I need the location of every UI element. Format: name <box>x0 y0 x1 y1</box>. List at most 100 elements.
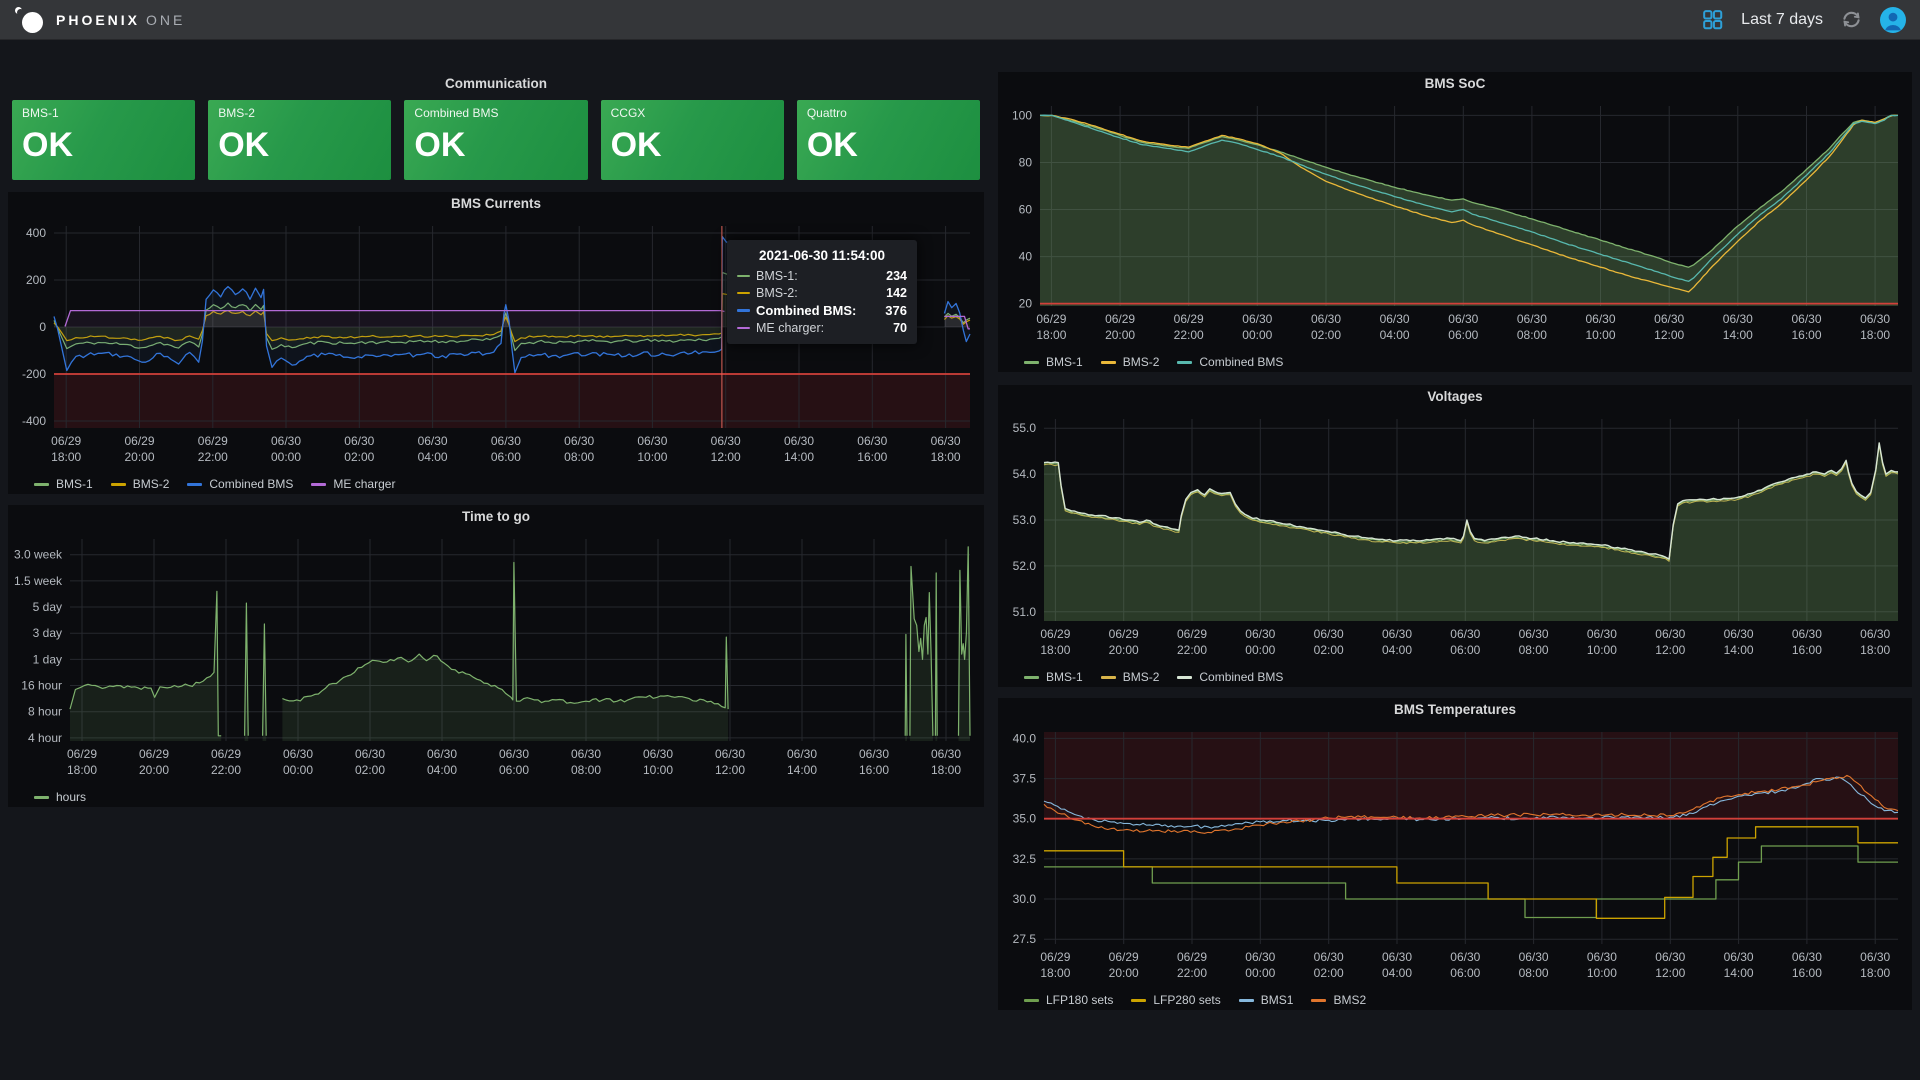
x-axis-label: 06/30 <box>1587 950 1617 964</box>
legend-item[interactable]: Combined BMS <box>1177 355 1283 369</box>
x-axis-label: 20:00 <box>1105 328 1135 342</box>
y-axis-label: -400 <box>22 414 46 428</box>
x-axis-label: 14:00 <box>1724 966 1754 980</box>
x-axis-label: 00:00 <box>1242 328 1272 342</box>
series-fill <box>1040 115 1898 306</box>
legend-item[interactable]: hours <box>34 790 86 804</box>
x-axis-label: 06/30 <box>1655 627 1685 641</box>
legend-item[interactable]: Combined BMS <box>1177 670 1283 684</box>
bms-temperatures-legend: LFP180 sets LFP280 sets BMS1 BMS2 <box>1024 993 1366 1007</box>
brand-title: PHOENIXONE <box>56 12 185 28</box>
y-axis-label: 100 <box>1012 108 1032 122</box>
x-axis-label: 06/30 <box>1314 950 1344 964</box>
panel-bms-currents: BMS Currents 4002000-200-40006/2918:0006… <box>8 192 984 494</box>
x-axis-label: 20:00 <box>1109 643 1139 657</box>
legend-item[interactable]: ME charger <box>311 477 395 491</box>
x-axis-label: 06/30 <box>1792 950 1822 964</box>
bms-currents-legend: BMS-1 BMS-2 Combined BMS ME charger <box>34 477 395 491</box>
x-axis-label: 06/30 <box>1860 627 1890 641</box>
x-axis-label: 06/30 <box>1654 312 1684 326</box>
x-axis-label: 22:00 <box>198 450 228 464</box>
legend-item[interactable]: BMS-1 <box>1024 670 1083 684</box>
x-axis-label: 22:00 <box>1174 328 1204 342</box>
legend-item[interactable]: BMS-2 <box>1101 670 1160 684</box>
x-axis-label: 08:00 <box>1519 643 1549 657</box>
logo-inner-dot <box>17 9 24 16</box>
voltages-chart[interactable]: 55.054.053.052.051.006/2918:0006/2920:00… <box>998 411 1912 663</box>
x-axis-label: 08:00 <box>564 450 594 464</box>
logo-circle <box>22 12 43 33</box>
panel-title-communication[interactable]: Communication <box>8 72 984 98</box>
x-axis-label: 06/30 <box>1519 950 1549 964</box>
legend-item[interactable]: BMS-1 <box>1024 355 1083 369</box>
x-axis-label: 06/29 <box>1040 627 1070 641</box>
y-axis-label: 32.5 <box>1013 852 1037 866</box>
time-to-go-chart[interactable]: 3.0 week1.5 week5 day3 day1 day16 hour8 … <box>8 531 984 783</box>
status-value: OK <box>22 126 73 165</box>
phoenix-logo[interactable] <box>14 6 46 34</box>
refresh-icon[interactable] <box>1841 9 1862 30</box>
x-axis-label: 08:00 <box>571 763 601 777</box>
bms-temperatures-chart[interactable]: 40.037.535.032.530.027.506/2918:0006/292… <box>998 724 1912 986</box>
x-axis-label: 12:00 <box>1655 643 1685 657</box>
legend-item[interactable]: BMS1 <box>1239 993 1294 1007</box>
panel-title-time-to-go[interactable]: Time to go <box>8 505 984 531</box>
panel-title-voltages[interactable]: Voltages <box>998 385 1912 411</box>
y-axis-label: 53.0 <box>1013 513 1037 527</box>
x-axis-label: 12:00 <box>711 450 741 464</box>
x-axis-label: 06/30 <box>1860 312 1890 326</box>
y-axis-label: 27.5 <box>1013 932 1037 946</box>
panel-title-bms-soc[interactable]: BMS SoC <box>998 72 1912 98</box>
x-axis-label: 06/29 <box>198 434 228 448</box>
legend-item[interactable]: LFP280 sets <box>1131 993 1220 1007</box>
x-axis-label: 06/30 <box>1519 627 1549 641</box>
x-axis-label: 04:00 <box>1380 328 1410 342</box>
x-axis-label: 18:00 <box>1040 966 1070 980</box>
threshold-region <box>1044 732 1898 819</box>
legend-item[interactable]: BMS2 <box>1311 993 1366 1007</box>
legend-item[interactable]: BMS-2 <box>1101 355 1160 369</box>
x-axis-label: 02:00 <box>1314 643 1344 657</box>
tooltip-row: ME charger:70 <box>737 321 907 335</box>
x-axis-label: 16:00 <box>859 763 889 777</box>
panel-bms-soc: BMS SoC 1008060402006/2918:0006/2920:000… <box>998 72 1912 372</box>
x-axis-label: 06/30 <box>1587 627 1617 641</box>
y-axis-label: 40.0 <box>1013 731 1037 745</box>
x-axis-label: 02:00 <box>355 763 385 777</box>
top-bar: PHOENIXONE Last 7 days <box>0 0 1920 40</box>
x-axis-label: 20:00 <box>124 450 154 464</box>
x-axis-label: 06/30 <box>1450 627 1480 641</box>
status-box: CCGX OK <box>601 100 784 180</box>
x-axis-label: 06/30 <box>1311 312 1341 326</box>
x-axis-label: 16:00 <box>1791 328 1821 342</box>
panel-title-bms-temperatures[interactable]: BMS Temperatures <box>998 698 1912 724</box>
x-axis-label: 06/30 <box>857 434 887 448</box>
x-axis-label: 06/29 <box>1109 627 1139 641</box>
x-axis-label: 06/30 <box>355 747 385 761</box>
brand-secondary: ONE <box>146 12 185 28</box>
legend-item[interactable]: LFP180 sets <box>1024 993 1113 1007</box>
x-axis-label: 02:00 <box>1311 328 1341 342</box>
bms-soc-chart[interactable]: 1008060402006/2918:0006/2920:0006/2922:0… <box>998 98 1912 348</box>
y-axis-label: 200 <box>26 273 46 287</box>
legend-item[interactable]: BMS-1 <box>34 477 93 491</box>
x-axis-label: 22:00 <box>1177 643 1207 657</box>
x-axis-label: 06:00 <box>1450 966 1480 980</box>
time-range-picker[interactable]: Last 7 days <box>1741 11 1823 29</box>
legend-item[interactable]: BMS-2 <box>111 477 170 491</box>
dashboards-grid-icon[interactable] <box>1703 10 1723 30</box>
y-axis-label: 80 <box>1019 156 1033 170</box>
y-axis-label: 55.0 <box>1013 421 1037 435</box>
x-axis-label: 06/30 <box>643 747 673 761</box>
x-axis-label: 18:00 <box>51 450 81 464</box>
x-axis-label: 06/30 <box>1724 950 1754 964</box>
panel-bms-temperatures: BMS Temperatures 40.037.535.032.530.027.… <box>998 698 1912 1010</box>
status-label: BMS-1 <box>22 106 59 120</box>
x-axis-label: 00:00 <box>271 450 301 464</box>
status-label: Quattro <box>807 106 847 120</box>
legend-item[interactable]: Combined BMS <box>187 477 293 491</box>
x-axis-label: 12:00 <box>1654 328 1684 342</box>
x-axis-label: 06/30 <box>1245 627 1275 641</box>
panel-title-bms-currents[interactable]: BMS Currents <box>8 192 984 218</box>
user-avatar-icon[interactable] <box>1880 7 1906 33</box>
